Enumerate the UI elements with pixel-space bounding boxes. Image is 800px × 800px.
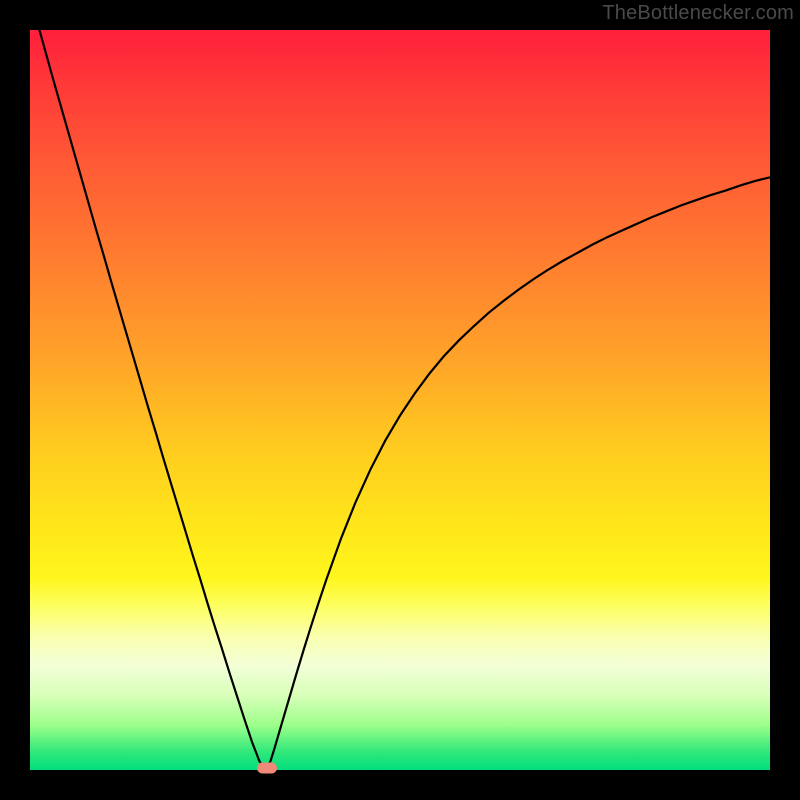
minimum-marker xyxy=(257,762,277,773)
plot-area xyxy=(30,30,770,770)
chart-frame: TheBottlenecker.com xyxy=(0,0,800,800)
bottleneck-curve xyxy=(30,30,770,770)
watermark-text: TheBottlenecker.com xyxy=(602,2,794,25)
curve-path xyxy=(30,0,770,768)
